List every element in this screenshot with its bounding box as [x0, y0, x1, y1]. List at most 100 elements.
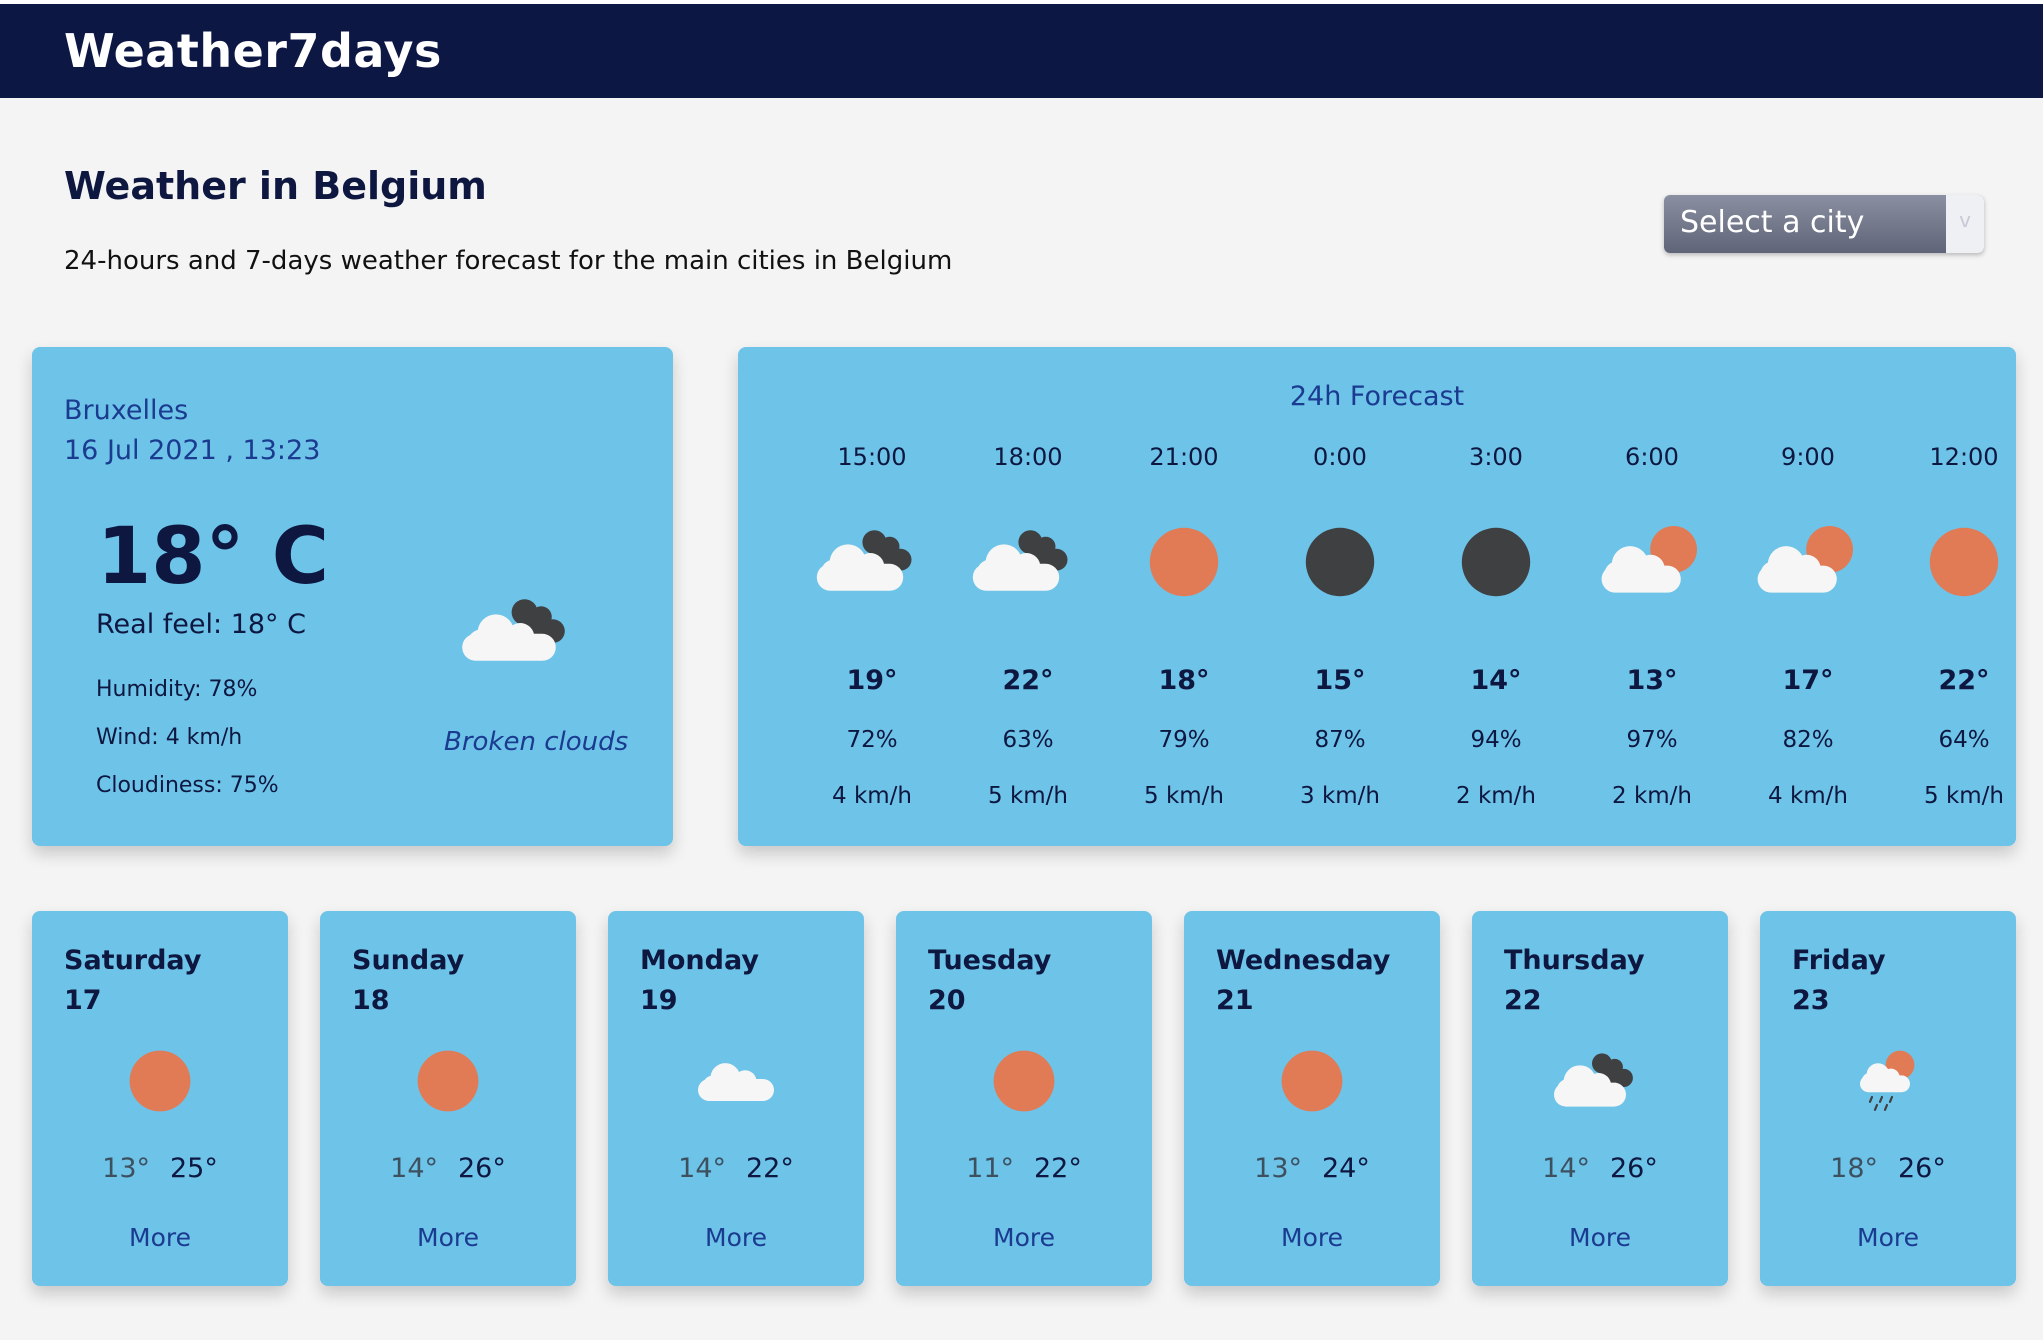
forecast-hour-humidity: 94%: [1470, 727, 1522, 753]
moon-icon: [1280, 517, 1400, 607]
day-min-temp: 13°: [102, 1153, 150, 1184]
partly-cloudy-icon: [1748, 517, 1868, 607]
forecast-hour: 12:00 22° 64% 5 km/h: [1884, 347, 2043, 846]
day-max-temp: 26°: [1610, 1153, 1658, 1184]
current-humidity: Humidity: 78%: [96, 677, 258, 702]
day-max-temp: 26°: [1898, 1153, 1946, 1184]
forecast-hour: 0:00 15° 87% 3 km/h: [1260, 347, 1420, 846]
forecast-hour: 18:00 22° 63% 5 km/h: [948, 347, 1108, 846]
day-max-temp: 22°: [1034, 1153, 1082, 1184]
day-date: 21: [1216, 985, 1254, 1016]
day-date: 20: [928, 985, 966, 1016]
current-condition: Broken clouds: [444, 727, 629, 757]
day-card-monday[interactable]: Monday 19 14° 22° More: [608, 911, 864, 1286]
more-link[interactable]: More: [32, 1223, 288, 1252]
forecast-hour-wind: 2 km/h: [1612, 783, 1692, 809]
sun-icon: [1262, 1041, 1362, 1121]
day-card-tuesday[interactable]: Tuesday 20 11° 22° More: [896, 911, 1152, 1286]
current-datetime: 16 Jul 2021 , 13:23: [64, 435, 321, 466]
current-real-feel: Real feel: 18° C: [96, 609, 306, 640]
forecast-hour-temp: 13°: [1626, 665, 1678, 696]
more-link[interactable]: More: [1184, 1223, 1440, 1252]
more-link[interactable]: More: [896, 1223, 1152, 1252]
forecast-hour-temp: 22°: [1002, 665, 1054, 696]
day-name: Monday: [640, 945, 759, 976]
forecast-hour-humidity: 72%: [846, 727, 898, 753]
day-temps: 14° 26°: [320, 1153, 576, 1184]
day-min-temp: 11°: [966, 1153, 1014, 1184]
sun-icon: [398, 1041, 498, 1121]
forecast-hour-wind: 3 km/h: [1300, 783, 1380, 809]
broken-clouds-icon: [1550, 1041, 1650, 1121]
forecast-hour-time: 18:00: [993, 443, 1063, 471]
more-link[interactable]: More: [608, 1223, 864, 1252]
day-name: Sunday: [352, 945, 465, 976]
partly-cloudy-icon: [1592, 517, 1712, 607]
current-wind: Wind: 4 km/h: [96, 725, 243, 750]
sun-icon: [974, 1041, 1074, 1121]
forecast-hour-temp: 17°: [1782, 665, 1834, 696]
day-min-temp: 14°: [678, 1153, 726, 1184]
day-card-friday[interactable]: Friday 23 18° 26° More: [1760, 911, 2016, 1286]
city-select-dropdown[interactable]: Select a city v: [1664, 195, 1984, 253]
day-date: 23: [1792, 985, 1830, 1016]
forecast-hour: 3:00 14° 94% 2 km/h: [1416, 347, 1576, 846]
forecast-24h-card: 24h Forecast 15:00 19° 72% 4 km/h 18:00 …: [738, 347, 2016, 846]
day-max-temp: 24°: [1322, 1153, 1370, 1184]
day-card-saturday[interactable]: Saturday 17 13° 25° More: [32, 911, 288, 1286]
chevron-down-icon[interactable]: v: [1946, 195, 1984, 253]
day-date: 19: [640, 985, 678, 1016]
current-cloudiness: Cloudiness: 75%: [96, 773, 279, 798]
forecast-hour-humidity: 82%: [1782, 727, 1834, 753]
day-name: Thursday: [1504, 945, 1645, 976]
day-max-temp: 25°: [170, 1153, 218, 1184]
broken-clouds-icon: [457, 587, 587, 677]
day-name: Tuesday: [928, 945, 1052, 976]
day-date: 22: [1504, 985, 1542, 1016]
current-weather-card: Bruxelles 16 Jul 2021 , 13:23 18° C Real…: [32, 347, 673, 846]
day-card-wednesday[interactable]: Wednesday 21 13° 24° More: [1184, 911, 1440, 1286]
page-title: Weather in Belgium: [64, 164, 487, 208]
brand-logo[interactable]: Weather7days: [64, 24, 442, 78]
day-temps: 13° 24°: [1184, 1153, 1440, 1184]
forecast-hour-wind: 5 km/h: [1144, 783, 1224, 809]
day-min-temp: 14°: [1542, 1153, 1590, 1184]
sun-icon: [110, 1041, 210, 1121]
forecast-hour-wind: 2 km/h: [1456, 783, 1536, 809]
day-temps: 11° 22°: [896, 1153, 1152, 1184]
forecast-hour-humidity: 63%: [1002, 727, 1054, 753]
day-max-temp: 22°: [746, 1153, 794, 1184]
day-temps: 13° 25°: [32, 1153, 288, 1184]
forecast-hour-temp: 14°: [1470, 665, 1522, 696]
day-temps: 14° 26°: [1472, 1153, 1728, 1184]
cloud-icon: [686, 1041, 786, 1121]
sun-icon: [1904, 517, 2024, 607]
forecast-hour-temp: 19°: [846, 665, 898, 696]
day-min-temp: 13°: [1254, 1153, 1302, 1184]
forecast-hour: 21:00 18° 79% 5 km/h: [1104, 347, 1264, 846]
more-link[interactable]: More: [320, 1223, 576, 1252]
current-city: Bruxelles: [64, 395, 189, 426]
city-select-label: Select a city: [1680, 205, 1865, 240]
more-link[interactable]: More: [1760, 1223, 2016, 1252]
forecast-hour-time: 21:00: [1149, 443, 1219, 471]
current-temperature: 18° C: [97, 512, 329, 602]
forecast-hour-humidity: 97%: [1626, 727, 1678, 753]
more-link[interactable]: More: [1472, 1223, 1728, 1252]
day-temps: 18° 26°: [1760, 1153, 2016, 1184]
day-card-thursday[interactable]: Thursday 22 14° 26° More: [1472, 911, 1728, 1286]
page-subtitle: 24-hours and 7-days weather forecast for…: [64, 246, 953, 276]
moon-icon: [1436, 517, 1556, 607]
forecast-hour-time: 15:00: [837, 443, 907, 471]
day-card-sunday[interactable]: Sunday 18 14° 26° More: [320, 911, 576, 1286]
forecast-hour-time: 6:00: [1625, 443, 1679, 471]
day-temps: 14° 22°: [608, 1153, 864, 1184]
forecast-hour: 15:00 19° 72% 4 km/h: [792, 347, 952, 846]
forecast-hour-humidity: 79%: [1158, 727, 1210, 753]
forecast-hour-time: 9:00: [1781, 443, 1835, 471]
rain-icon: [1838, 1041, 1938, 1121]
day-max-temp: 26°: [458, 1153, 506, 1184]
day-name: Saturday: [64, 945, 202, 976]
forecast-hour-time: 3:00: [1469, 443, 1523, 471]
day-min-temp: 18°: [1830, 1153, 1878, 1184]
